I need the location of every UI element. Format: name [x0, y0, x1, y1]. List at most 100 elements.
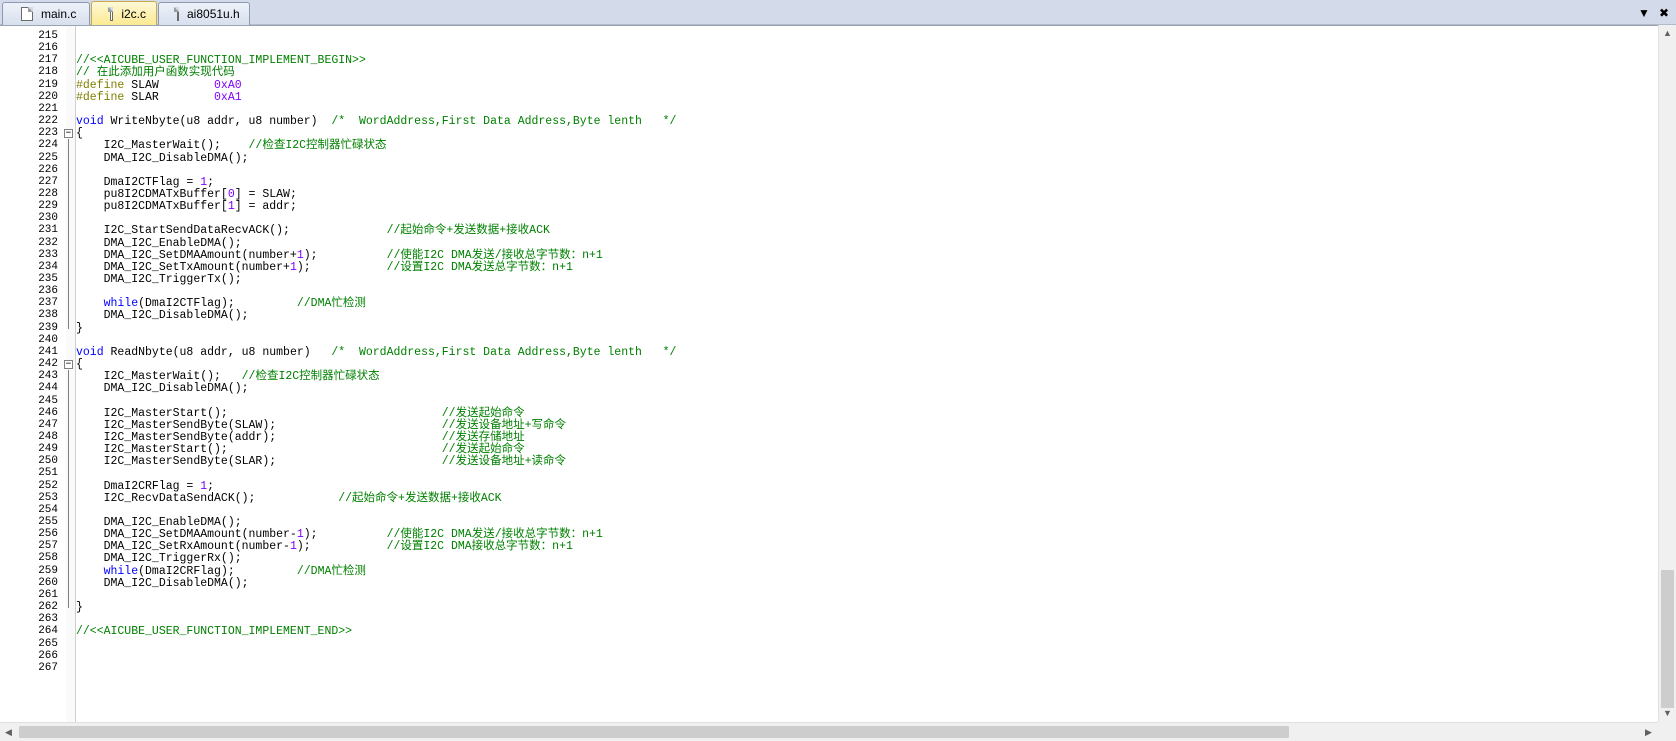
tab-list-dropdown-icon[interactable]: ▼ [1636, 5, 1652, 21]
code-line[interactable]: I2C_RecvDataSendACK(); //起始命令+发送数据+接收ACK [76, 492, 502, 505]
line-number: 252 [38, 479, 58, 492]
code-token-num: 1 [227, 200, 235, 214]
code-token-text: (DmaI2CRFlag); [138, 564, 297, 578]
code-token-text: DMA_I2C_DisableDMA(); [76, 382, 249, 396]
code-line[interactable]: I2C_StartSendDataRecvACK(); //起始命令+发送数据+… [76, 224, 550, 237]
c-file-icon [108, 7, 114, 21]
code-token-text: DMA_I2C_DisableDMA(); [76, 309, 249, 323]
scroll-up-icon[interactable]: ▲ [1659, 25, 1676, 42]
vertical-scroll-thumb[interactable] [1661, 570, 1674, 708]
line-number: 217 [38, 54, 58, 67]
code-line[interactable]: I2C_MasterSendByte(addr); //发送存储地址 [76, 431, 525, 444]
fold-toggle-icon[interactable]: − [64, 129, 73, 139]
code-token-comment: //设置I2C DMA接收总字节数：n+1 [386, 540, 573, 554]
line-number: 227 [38, 175, 58, 188]
line-number-gutter: 215 216 217 218 219 220 221 222 223−224 225 226 227… [0, 26, 76, 723]
line-number: 242 [38, 358, 58, 371]
code-token-text: DMA_I2C_DisableDMA(); [76, 151, 249, 165]
code-token-comment: // 在此添加用户函数实现代码 [76, 66, 235, 80]
tab-i2c-c[interactable]: i2c.c [91, 1, 157, 26]
code-line[interactable]: DMA_I2C_EnableDMA(); [76, 237, 242, 250]
code-token-text: I2C_MasterStart(); [76, 406, 442, 420]
line-number: 264 [38, 625, 58, 638]
code-line[interactable]: pu8I2CDMATxBuffer[1] = addr; [76, 200, 297, 213]
scroll-down-icon[interactable]: ▼ [1659, 705, 1676, 722]
line-number: 245 [38, 394, 58, 407]
line-number: 256 [38, 528, 58, 541]
code-token-comment: //发送设备地址+读命令 [441, 455, 566, 469]
line-number: 257 [38, 540, 58, 553]
code-line[interactable]: DMA_I2C_TriggerRx(); [76, 552, 242, 565]
line-number: 259 [38, 564, 58, 577]
editor-tab-bar: main.c i2c.c ai8051u.h ▼ ✖ [0, 0, 1676, 26]
code-editor[interactable]: 215 216 217 218 219 220 221 222 223−224 225 226 227… [0, 25, 1676, 723]
line-number: 251 [38, 467, 58, 480]
code-line[interactable]: //<<AICUBE_USER_FUNCTION_IMPLEMENT_END>> [76, 625, 352, 638]
line-number: 226 [38, 163, 58, 176]
fold-toggle-icon[interactable]: − [64, 360, 73, 370]
code-line[interactable]: while(DmaI2CTFlag); //DMA忙检测 [76, 297, 366, 310]
code-line[interactable]: // 在此添加用户函数实现代码 [76, 66, 235, 79]
code-token-text: DMA_I2C_TriggerRx(); [76, 552, 242, 566]
code-line[interactable]: while(DmaI2CRFlag); //DMA忙检测 [76, 565, 366, 578]
fold-guide-line [68, 139, 69, 329]
code-line[interactable]: #define SLAW 0xA0 [76, 79, 242, 92]
code-line[interactable]: DMA_I2C_TriggerTx(); [76, 273, 242, 286]
code-text-area[interactable]: //<<AICUBE_USER_FUNCTION_IMPLEMENT_BEGIN… [76, 26, 1658, 723]
code-line[interactable]: DMA_I2C_DisableDMA(); [76, 152, 249, 165]
line-number: 241 [38, 345, 58, 358]
code-token-text: I2C_RecvDataSendACK(); [76, 491, 339, 505]
line-number: 234 [38, 260, 58, 273]
code-token-comment: //使能I2C DMA发送/接收总字节数：n+1 [386, 248, 603, 262]
tab-label: ai8051u.h [187, 7, 240, 21]
line-number: 253 [38, 491, 58, 504]
code-line[interactable]: I2C_MasterWait(); //检查I2C控制器忙碌状态 [76, 139, 387, 152]
code-token-text: DMA_I2C_SetRxAmount(number- [76, 540, 290, 554]
code-line[interactable]: I2C_MasterWait(); //检查I2C控制器忙碌状态 [76, 370, 380, 383]
code-line[interactable]: } [76, 601, 83, 614]
code-line[interactable]: DMA_I2C_DisableDMA(); [76, 382, 249, 395]
tab-ai8051u-h[interactable]: ai8051u.h [158, 2, 250, 25]
code-line[interactable]: DMA_I2C_DisableDMA(); [76, 309, 249, 322]
code-line[interactable]: DMA_I2C_SetTxAmount(number+1); //设置I2C D… [76, 261, 573, 274]
tab-label: i2c.c [121, 7, 146, 21]
code-line[interactable]: DMA_I2C_SetRxAmount(number-1); //设置I2C D… [76, 540, 573, 553]
code-token-comment: /* WordAddress,First Data Address,Byte l… [331, 115, 677, 129]
close-tab-icon[interactable]: ✖ [1656, 5, 1672, 21]
code-token-pre: #define [76, 90, 125, 104]
code-line[interactable]: DMA_I2C_DisableDMA(); [76, 577, 249, 590]
code-token-text: DmaI2CRFlag = [76, 479, 201, 493]
scroll-right-icon[interactable]: ▶ [1640, 723, 1657, 741]
code-token-text: I2C_MasterSendByte(addr); [76, 430, 442, 444]
line-number: 261 [38, 588, 58, 601]
code-line[interactable]: I2C_MasterSendByte(SLAW); //发送设备地址+写命令 [76, 419, 566, 432]
code-line[interactable]: DMA_I2C_SetDMAAmount(number+1); //使能I2C … [76, 249, 603, 262]
code-token-text: I2C_MasterSendByte(SLAW); [76, 418, 442, 432]
code-token-text: ); [303, 248, 387, 262]
code-token-text: DMA_I2C_SetDMAAmount(number+ [76, 248, 297, 262]
code-token-comment: //起始命令+发送数据+接收ACK [338, 491, 502, 505]
code-line[interactable]: void ReadNbyte(u8 addr, u8 number) /* Wo… [76, 346, 676, 359]
code-line[interactable]: I2C_MasterSendByte(SLAR); //发送设备地址+读命令 [76, 455, 566, 468]
code-line[interactable]: I2C_MasterStart(); //发送起始命令 [76, 407, 525, 420]
line-number: 238 [38, 309, 58, 322]
code-token-num: 1 [289, 260, 297, 274]
code-line[interactable]: void WriteNbyte(u8 addr, u8 number) /* W… [76, 115, 676, 128]
horizontal-scrollbar[interactable]: ◀ ▶ [0, 722, 1658, 741]
code-line[interactable]: #define SLAR 0xA1 [76, 91, 242, 104]
code-line[interactable]: DmaI2CRFlag = 1; [76, 480, 214, 493]
code-line[interactable]: pu8I2CDMATxBuffer[0] = SLAW; [76, 188, 297, 201]
code-line[interactable]: DmaI2CTFlag = 1; [76, 176, 214, 189]
horizontal-scroll-thumb[interactable] [19, 726, 1289, 738]
line-number: 232 [38, 236, 58, 249]
tab-main-c[interactable]: main.c [2, 2, 90, 25]
scroll-left-icon[interactable]: ◀ [0, 723, 17, 741]
code-line[interactable]: } [76, 322, 83, 335]
line-number: 236 [38, 285, 58, 298]
line-number: 243 [38, 370, 58, 383]
line-number: 237 [38, 297, 58, 310]
vertical-scrollbar[interactable]: ▲ ▼ [1658, 25, 1676, 722]
line-number: 267 [38, 661, 58, 674]
code-token-comment: //起始命令+发送数据+接收ACK [386, 224, 550, 238]
line-number: 247 [38, 418, 58, 431]
